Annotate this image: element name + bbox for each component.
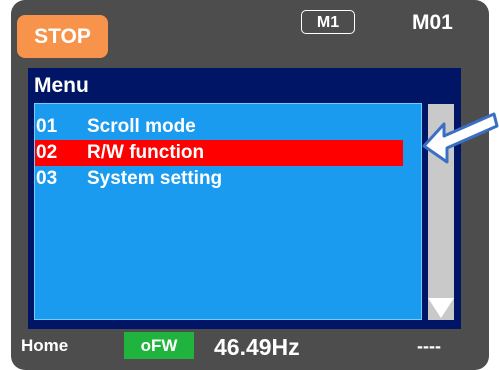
- mode-badge: M1: [301, 10, 355, 34]
- menu-item-label: R/W function: [87, 142, 205, 163]
- home-label[interactable]: Home: [21, 334, 68, 358]
- stop-button[interactable]: STOP: [17, 15, 108, 58]
- menu-item-label: Scroll mode: [87, 116, 196, 137]
- menu-list: 01 Scroll mode 02 R/W function 03 System…: [34, 103, 422, 320]
- menu-item-number: 01: [36, 116, 58, 137]
- menu-item-number: 03: [36, 168, 58, 189]
- mode-code: M01: [412, 11, 453, 34]
- menu-title: Menu: [34, 74, 89, 97]
- menu-item-rw-function[interactable]: 02 R/W function: [35, 140, 403, 166]
- menu-item-label: System setting: [87, 168, 223, 189]
- placeholder-dashes: ----: [417, 336, 441, 356]
- menu-item-number: 02: [36, 142, 58, 163]
- frequency-readout: 46.49Hz: [214, 334, 300, 360]
- arrow-icon: [422, 112, 499, 164]
- scroll-down-icon[interactable]: [428, 298, 454, 318]
- status-badge: oFW: [124, 332, 194, 359]
